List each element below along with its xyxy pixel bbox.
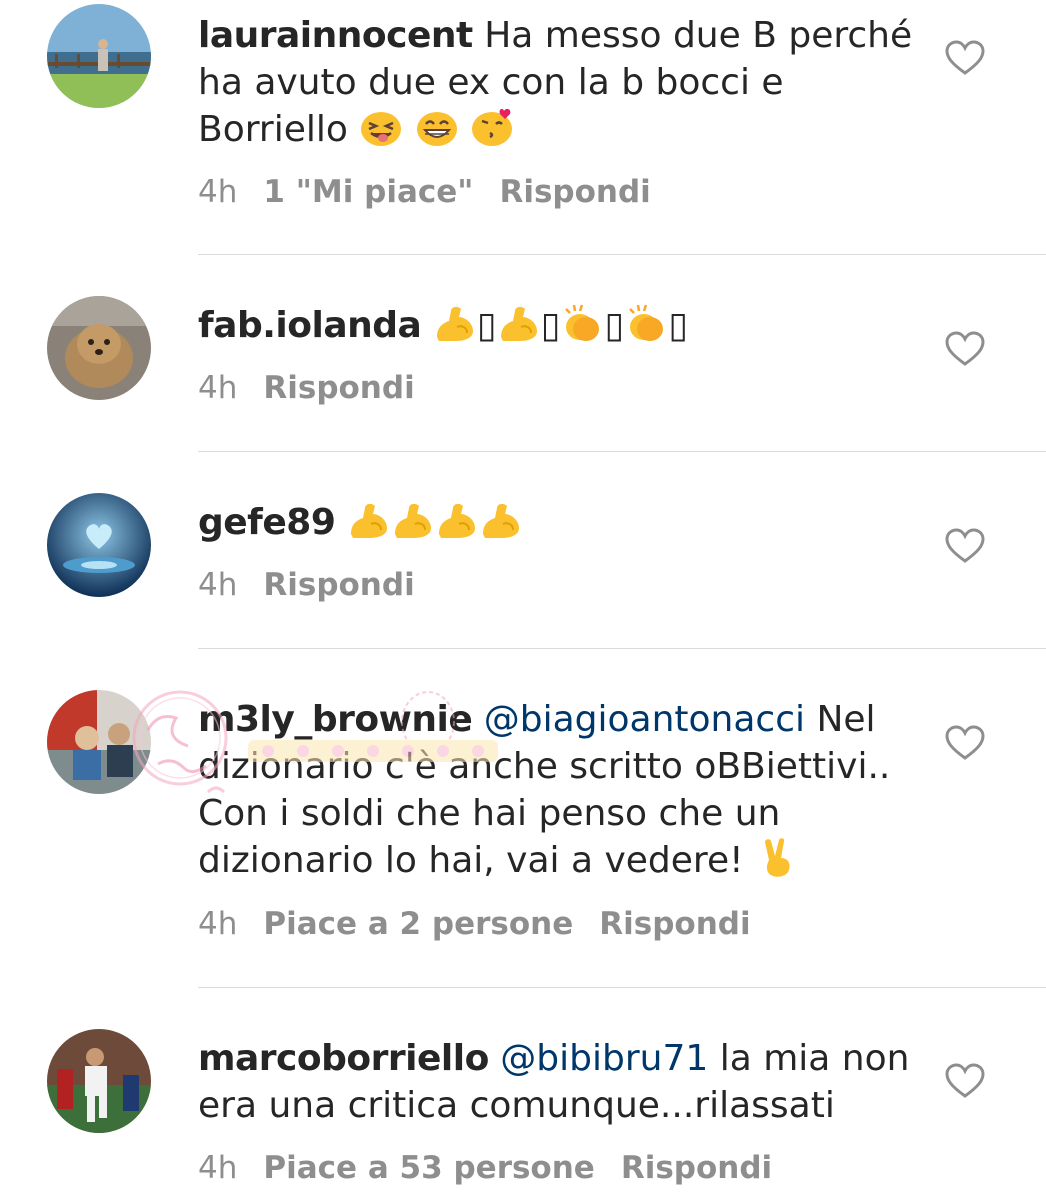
flexed-biceps-icon (482, 503, 519, 538)
mention-link[interactable]: @biagioantonacci (484, 699, 805, 740)
comment-time: 4h (198, 567, 238, 603)
comment-username[interactable]: m3ly_brownie (198, 699, 473, 740)
comment-time: 4h (198, 1150, 238, 1186)
comment-username[interactable]: laurainnocent (198, 15, 473, 56)
flexed-biceps-icon (436, 306, 473, 341)
mention-link[interactable]: @bibibru71 (500, 1038, 708, 1079)
reply-button[interactable]: Rispondi (621, 1150, 772, 1186)
missing-glyph: ▯ (604, 305, 625, 346)
comment-time: 4h (198, 174, 238, 210)
divider (198, 648, 1046, 649)
comment-username[interactable]: fab.iolanda (198, 305, 422, 346)
avatar[interactable] (47, 1029, 151, 1133)
avatar[interactable] (47, 690, 151, 794)
missing-glyph: ▯ (476, 305, 497, 346)
flexed-biceps-icon (500, 306, 537, 341)
comment-meta: 4h Rispondi (198, 565, 415, 605)
missing-glyph: ▯ (540, 305, 561, 346)
comment-likes[interactable]: Piace a 53 persone (263, 1150, 594, 1186)
comment-time: 4h (198, 370, 238, 406)
avatar[interactable] (47, 296, 151, 400)
divider (198, 451, 1046, 452)
squinting-face-with-tongue-icon (361, 112, 402, 146)
reply-button[interactable]: Rispondi (263, 567, 414, 603)
comment-text-block: marcoborriello @bibibru71 la mia non era… (198, 1035, 918, 1129)
comment-likes[interactable]: 1 "Mi piace" (263, 174, 473, 210)
comment-text-block: fab.iolanda ▯ ▯ ▯ ▯ (198, 302, 918, 349)
comment-text-block: gefe89 (198, 499, 918, 546)
flexed-biceps-icon (350, 503, 387, 538)
clapping-hands-icon (629, 304, 664, 341)
face-blowing-kiss-icon (472, 108, 513, 146)
victory-hand-icon (764, 838, 790, 877)
like-heart-icon[interactable] (945, 725, 985, 761)
like-heart-icon[interactable] (945, 40, 985, 76)
comment-username[interactable]: marcoborriello (198, 1038, 489, 1079)
divider (198, 254, 1046, 255)
missing-glyph: ▯ (668, 305, 688, 346)
comment-meta: 4h Piace a 2 persone Rispondi (198, 904, 751, 944)
flexed-biceps-icon (438, 503, 475, 538)
comment-meta: 4h Rispondi (198, 368, 415, 408)
reply-button[interactable]: Rispondi (499, 174, 650, 210)
comment-likes[interactable]: Piace a 2 persone (263, 906, 573, 942)
reply-button[interactable]: Rispondi (599, 906, 750, 942)
clapping-hands-icon (565, 304, 600, 341)
comment-text-block: m3ly_brownie @biagioantonacci Nel dizion… (198, 696, 918, 884)
emoji-sequence (347, 502, 523, 543)
comment-meta: 4h 1 "Mi piace" Rispondi (198, 172, 651, 212)
like-heart-icon[interactable] (945, 331, 985, 367)
avatar[interactable] (47, 4, 151, 108)
avatar[interactable] (47, 493, 151, 597)
flexed-biceps-icon (394, 503, 431, 538)
emoji-sequence: ▯ ▯ ▯ ▯ (433, 304, 688, 346)
comment-time: 4h (198, 906, 238, 942)
comment-meta: 4h Piace a 53 persone Rispondi (198, 1148, 772, 1188)
like-heart-icon[interactable] (945, 528, 985, 564)
reply-button[interactable]: Rispondi (263, 370, 414, 406)
comment-username[interactable]: gefe89 (198, 502, 336, 543)
comment-text-block: laurainnocent Ha messo due B perché ha a… (198, 12, 918, 153)
grinning-face-icon (416, 112, 457, 146)
like-heart-icon[interactable] (945, 1063, 985, 1099)
divider (198, 987, 1046, 988)
